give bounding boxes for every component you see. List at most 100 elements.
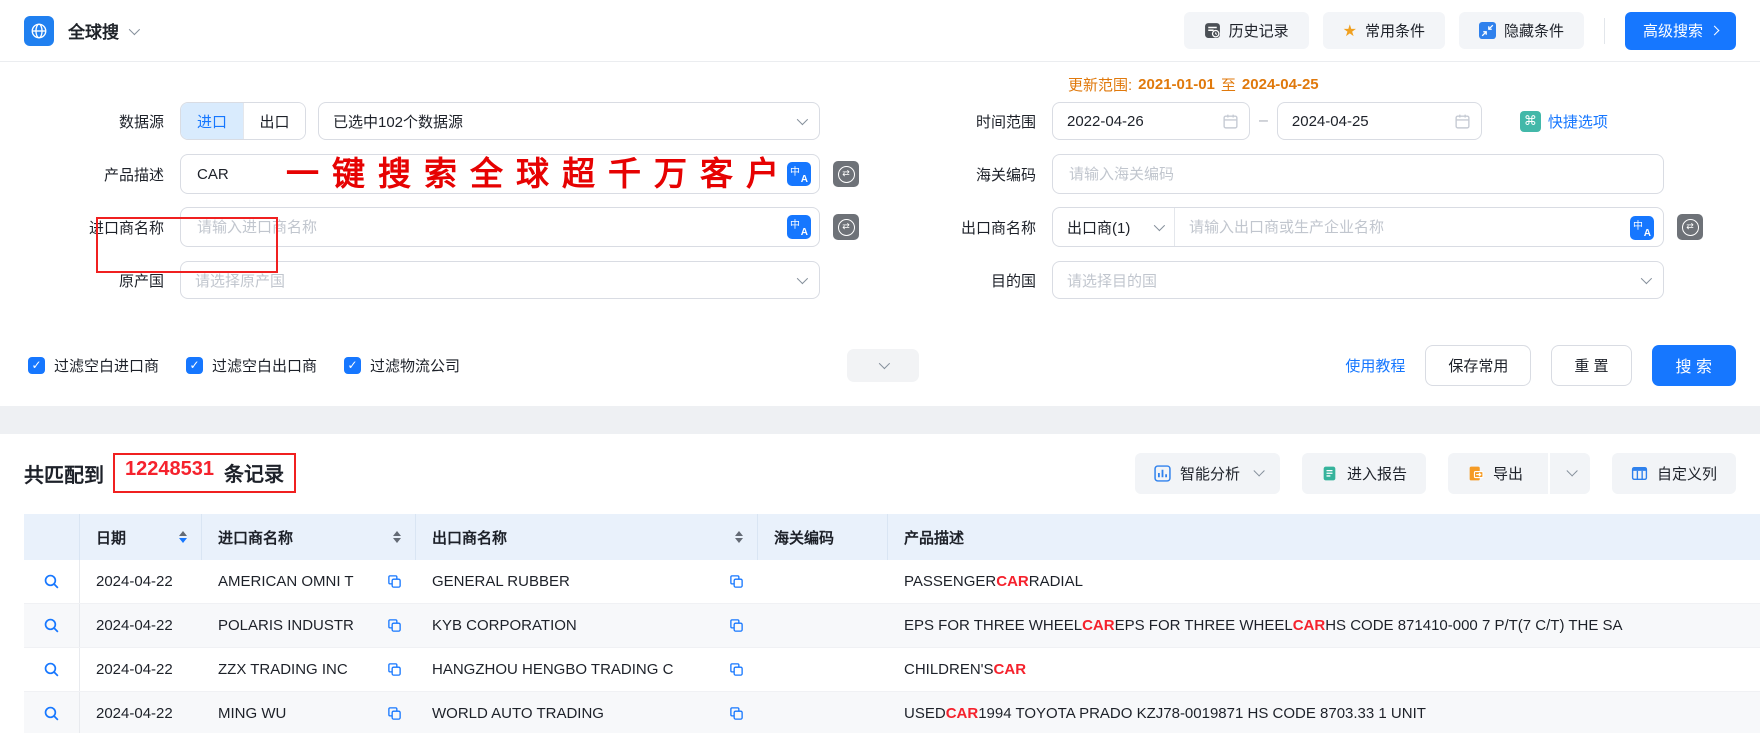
table-row: 2024-04-22 MING WU WORLD AUTO TRADING USED … bbox=[24, 692, 1760, 733]
columns-icon bbox=[1631, 465, 1648, 482]
sort-icons bbox=[735, 531, 743, 543]
destination-select[interactable]: 请选择目的国 bbox=[1052, 261, 1664, 299]
global-search-page: 全球搜 历史记录 ★ 常用条件 隐藏条件 高级搜索 更新范围: 2021-01-… bbox=[0, 0, 1760, 733]
quick-options-button[interactable]: ⌘ 快捷选项 bbox=[1519, 110, 1608, 132]
cell-exporter: KYB CORPORATION bbox=[416, 604, 758, 647]
chevron-right-icon bbox=[1709, 25, 1720, 36]
summary-suffix: 条记录 bbox=[223, 464, 284, 486]
smart-analysis-button[interactable]: 智能分析 bbox=[1134, 452, 1280, 494]
import-toggle[interactable]: 进口 bbox=[181, 103, 243, 139]
translate-icon[interactable]: 中A bbox=[1630, 216, 1654, 240]
chevron-down-icon bbox=[1253, 465, 1265, 477]
export-toggle[interactable]: 出口 bbox=[243, 103, 305, 139]
hs-code-input[interactable] bbox=[1052, 154, 1664, 194]
chevron-down-icon bbox=[878, 357, 891, 370]
results-table: 日期 进口商名称 出口商名称 海关编码 产品描述 2024-04-22 AMER… bbox=[24, 514, 1760, 733]
checkbox-checked-icon: ✓ bbox=[344, 356, 362, 374]
export-button[interactable]: 导出 bbox=[1448, 453, 1539, 494]
synonym-swap-icon[interactable]: ⇄ bbox=[833, 161, 859, 187]
translate-icon[interactable]: 中A bbox=[787, 162, 811, 186]
chevron-down-icon bbox=[1640, 272, 1653, 285]
tutorial-link[interactable]: 使用教程 bbox=[1345, 355, 1405, 376]
header-importer[interactable]: 进口商名称 bbox=[202, 514, 416, 560]
row-detail-search-icon[interactable] bbox=[24, 648, 80, 691]
cell-hs-code bbox=[758, 560, 888, 603]
start-date-value: 2022-04-26 bbox=[1067, 112, 1144, 130]
copy-icon[interactable] bbox=[721, 618, 744, 633]
date-range-dash: – bbox=[1259, 112, 1268, 129]
cell-exporter: HANGZHOU HENGBO TRADING C bbox=[416, 648, 758, 691]
save-common-button[interactable]: 保存常用 bbox=[1425, 344, 1532, 386]
product-desc-input[interactable] bbox=[180, 154, 820, 194]
origin-select[interactable]: 请选择原产国 bbox=[180, 261, 820, 299]
copy-icon[interactable] bbox=[379, 662, 402, 677]
filter-blank-exporter[interactable]: ✓ 过滤空白出口商 bbox=[186, 355, 317, 376]
enter-report-button[interactable]: 进入报告 bbox=[1301, 452, 1426, 494]
data-source-row: 数据源 进口 出口 已选中102个数据源 bbox=[24, 101, 880, 141]
exporter-input[interactable] bbox=[1175, 208, 1663, 246]
synonym-swap-icon[interactable]: ⇄ bbox=[833, 214, 859, 240]
start-date-picker[interactable]: 2022-04-26 bbox=[1052, 102, 1250, 140]
table-row: 2024-04-22 ZZX TRADING INC HANGZHOU HENGBO… bbox=[24, 648, 1760, 692]
favorites-button[interactable]: ★ 常用条件 bbox=[1322, 12, 1445, 49]
update-range: 更新范围: 2021-01-01 至 2024-04-25 bbox=[1068, 71, 1736, 97]
match-summary: 共匹配到 12248531 条记录 bbox=[24, 453, 296, 493]
data-source-selected-value: 已选中102个数据源 bbox=[333, 113, 464, 131]
results-toolbar: 智能分析 进入报告 导出 自定义列 bbox=[1134, 452, 1736, 494]
cell-hs-code bbox=[758, 692, 888, 733]
custom-columns-button[interactable]: 自定义列 bbox=[1611, 452, 1736, 494]
globe-logo-icon bbox=[24, 15, 54, 46]
hide-conditions-button[interactable]: 隐藏条件 bbox=[1458, 12, 1584, 49]
copy-icon[interactable] bbox=[721, 662, 744, 677]
cell-product-desc: USED CAR 1994 TOYOTA PRADO KZJ78-0019871… bbox=[904, 705, 1426, 722]
advanced-search-button[interactable]: 高级搜索 bbox=[1624, 11, 1736, 50]
table-body: 2024-04-22 AMERICAN OMNI T GENERAL RUBBER P… bbox=[24, 560, 1760, 733]
smart-analysis-label: 智能分析 bbox=[1179, 465, 1240, 483]
synonym-swap-icon[interactable]: ⇄ bbox=[1677, 214, 1703, 240]
search-panel: 更新范围: 2021-01-01 至 2024-04-25 数据源 进口 出口 … bbox=[0, 71, 1760, 434]
product-desc-row: 产品描述 一键搜索全球超千万客户 中A ⇄ bbox=[24, 154, 880, 194]
update-range-to-word: 至 bbox=[1220, 76, 1236, 94]
end-date-picker[interactable]: 2024-04-25 bbox=[1276, 102, 1482, 140]
copy-icon[interactable] bbox=[721, 574, 744, 589]
collapse-panel-button[interactable] bbox=[847, 348, 920, 382]
summary-row: 共匹配到 12248531 条记录 智能分析 进入报告 导出 自定义列 bbox=[24, 449, 1736, 497]
copy-icon[interactable] bbox=[721, 706, 744, 721]
copy-icon[interactable] bbox=[379, 618, 402, 633]
export-more-button[interactable] bbox=[1547, 452, 1590, 494]
copy-icon[interactable] bbox=[379, 574, 402, 589]
header-exporter[interactable]: 出口商名称 bbox=[416, 514, 758, 560]
summary-prefix: 共匹配到 bbox=[24, 464, 104, 487]
collapse-icon bbox=[1478, 22, 1496, 39]
app-switcher[interactable]: 全球搜 bbox=[68, 18, 141, 43]
exporter-type-select[interactable]: 出口商(1) bbox=[1053, 208, 1175, 246]
history-button[interactable]: 历史记录 bbox=[1183, 12, 1309, 49]
search-button[interactable]: 搜 索 bbox=[1651, 344, 1736, 386]
filter-blank-importer[interactable]: ✓ 过滤空白进口商 bbox=[28, 355, 159, 376]
header-date[interactable]: 日期 bbox=[80, 514, 202, 560]
data-source-select[interactable]: 已选中102个数据源 bbox=[318, 102, 820, 140]
filter-logistics[interactable]: ✓ 过滤物流公司 bbox=[344, 355, 460, 376]
sort-icons bbox=[179, 531, 187, 543]
red-annotation-box: 12248531 条记录 bbox=[113, 453, 296, 493]
copy-icon[interactable] bbox=[379, 706, 402, 721]
origin-row: 原产国 请选择原产国 bbox=[24, 260, 880, 300]
row-detail-search-icon[interactable] bbox=[24, 692, 80, 733]
cell-date: 2024-04-22 bbox=[96, 617, 173, 634]
reset-button[interactable]: 重 置 bbox=[1551, 344, 1632, 386]
data-source-toggle: 进口 出口 bbox=[180, 102, 306, 140]
header-date-label: 日期 bbox=[96, 529, 127, 547]
export-label: 导出 bbox=[1492, 465, 1523, 483]
row-detail-search-icon[interactable] bbox=[24, 560, 80, 603]
importer-input[interactable] bbox=[180, 207, 820, 247]
sort-icons bbox=[393, 531, 401, 543]
swap-glyph: ⇄ bbox=[837, 165, 855, 183]
cell-product-desc: EPS FOR THREE WHEEL CAR EPS FOR THREE WH… bbox=[904, 617, 1623, 634]
quick-options-label: 快捷选项 bbox=[1547, 113, 1608, 131]
cell-hs-code bbox=[758, 648, 888, 691]
enter-report-label: 进入报告 bbox=[1346, 465, 1407, 483]
table-row: 2024-04-22 AMERICAN OMNI T GENERAL RUBBER P… bbox=[24, 560, 1760, 604]
translate-icon[interactable]: 中A bbox=[787, 215, 811, 239]
row-detail-search-icon[interactable] bbox=[24, 604, 80, 647]
cell-importer: MING WU bbox=[202, 692, 416, 733]
